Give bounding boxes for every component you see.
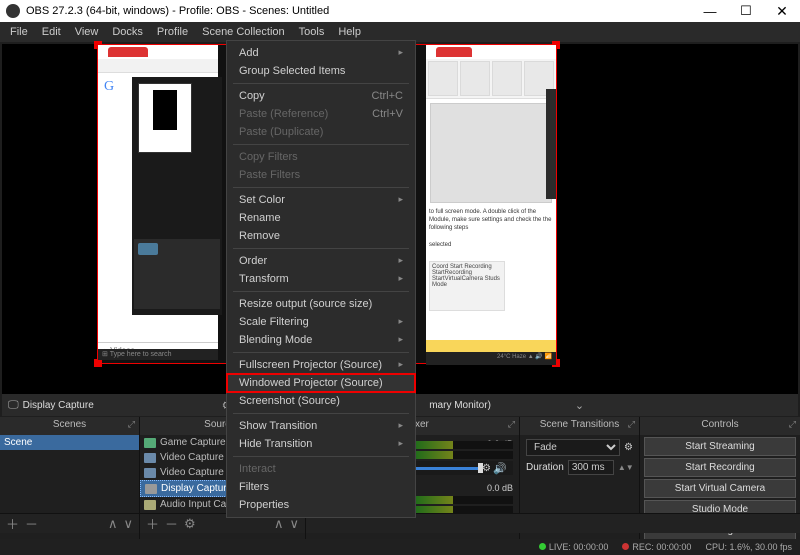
context-menu-item[interactable]: Filters [227,478,415,496]
gear-icon[interactable]: ⚙ [482,463,491,474]
context-menu-item[interactable]: Windowed Projector (Source) [227,374,415,392]
speaker-icon[interactable]: 🔊 [493,462,507,475]
context-menu-item[interactable]: Blending Mode▸ [227,331,415,349]
menu-help[interactable]: Help [332,24,367,40]
resize-handle-icon[interactable] [94,359,102,367]
popout-icon[interactable]: ⤢ [628,419,635,430]
add-scene-button[interactable]: ＋ [6,514,19,533]
source-context-menu: Add▸Group Selected ItemsCopyCtrl+CPaste … [226,40,416,518]
source-type-icon [144,438,156,448]
stepper-icon[interactable]: ▲▼ [618,463,634,472]
menu-file[interactable]: File [4,24,34,40]
context-menu-item[interactable]: Set Color▸ [227,191,415,209]
context-menu-item[interactable]: Fullscreen Projector (Source)▸ [227,356,415,374]
chevron-down-icon: ⌄ [575,399,584,412]
captured-window-left: G ▸ Videos ⊞ Type here to search [98,45,218,360]
control-button[interactable]: Start Recording [644,458,796,477]
popout-icon[interactable]: ⤢ [789,419,796,430]
display-capture-label: 🖵 Display Capture [2,399,100,412]
context-menu-item[interactable]: Add▸ [227,44,415,62]
scene-item[interactable]: Scene [0,435,139,450]
window-titlebar: OBS 27.2.3 (64-bit, windows) - Profile: … [0,0,800,22]
menu-scene-collection[interactable]: Scene Collection [196,24,291,40]
gear-icon[interactable]: ⚙ [624,442,633,453]
popout-icon[interactable]: ⤢ [508,419,515,430]
menu-profile[interactable]: Profile [151,24,194,40]
context-menu-item[interactable]: Properties [227,496,415,514]
remove-scene-button[interactable]: － [25,514,38,533]
scene-up-button[interactable]: ∧ [108,516,118,532]
context-menu-item[interactable]: Scale Filtering▸ [227,313,415,331]
transition-select[interactable]: Fade [526,439,620,456]
control-button[interactable]: Start Virtual Camera [644,479,796,498]
status-bar: LIVE: 00:00:00 REC: 00:00:00 CPU: 1.6%, … [0,539,800,555]
controls-panel-header: Controls⤢ [640,417,800,435]
context-menu-item[interactable]: Show Transition▸ [227,417,415,435]
control-button[interactable]: Start Streaming [644,437,796,456]
menubar: File Edit View Docks Profile Scene Colle… [0,22,800,42]
menu-view[interactable]: View [69,24,105,40]
add-source-button[interactable]: ＋ [146,514,159,533]
context-menu-item[interactable]: Resize output (source size) [227,295,415,313]
context-menu-item: Paste (Reference)Ctrl+V [227,105,415,123]
duration-input[interactable] [568,460,614,475]
monitor-selector[interactable]: mary Monitor) ⌄ [423,399,590,412]
popout-icon[interactable]: ⤢ [128,419,135,430]
context-menu-item[interactable]: Group Selected Items [227,62,415,80]
minimize-button[interactable]: — [692,0,728,22]
context-menu-item: Paste Filters [227,166,415,184]
context-menu-item[interactable]: Remove [227,227,415,245]
rec-status: REC: 00:00:00 [622,542,691,552]
mixer-db: 0.0 dB [487,483,513,493]
scenes-panel-header: Scenes⤢ [0,417,139,435]
cpu-status: CPU: 1.6%, 30.00 fps [705,542,792,552]
source-type-icon [144,453,156,463]
menu-edit[interactable]: Edit [36,24,67,40]
menu-tools[interactable]: Tools [293,24,331,40]
close-button[interactable]: ✕ [764,0,800,22]
source-type-icon [144,468,156,478]
duration-label: Duration [526,462,564,473]
maximize-button[interactable]: ☐ [728,0,764,22]
context-menu-item[interactable]: Screenshot (Source) [227,392,415,410]
source-properties-button[interactable]: ⚙ [184,516,196,532]
context-menu-item[interactable]: Order▸ [227,252,415,270]
context-menu-item[interactable]: Hide Transition▸ [227,435,415,453]
context-menu-item: Paste (Duplicate) [227,123,415,141]
window-title: OBS 27.2.3 (64-bit, windows) - Profile: … [26,5,692,17]
source-type-icon [144,500,156,510]
context-menu-item[interactable]: CopyCtrl+C [227,87,415,105]
context-menu-item[interactable]: Rename [227,209,415,227]
transitions-panel-header: Scene Transitions⤢ [520,417,639,435]
context-menu-item: Interact [227,460,415,478]
context-menu-item[interactable]: Transform▸ [227,270,415,288]
menu-docks[interactable]: Docks [106,24,149,40]
captured-window-right: to full screen mode. A double click of t… [426,45,556,365]
scene-down-button[interactable]: ∨ [123,516,133,532]
monitor-icon: 🖵 [8,399,19,412]
live-status: LIVE: 00:00:00 [539,542,609,552]
source-type-icon [145,484,157,494]
obs-logo-icon [6,4,20,18]
context-menu-item: Copy Filters [227,148,415,166]
remove-source-button[interactable]: － [165,514,178,533]
